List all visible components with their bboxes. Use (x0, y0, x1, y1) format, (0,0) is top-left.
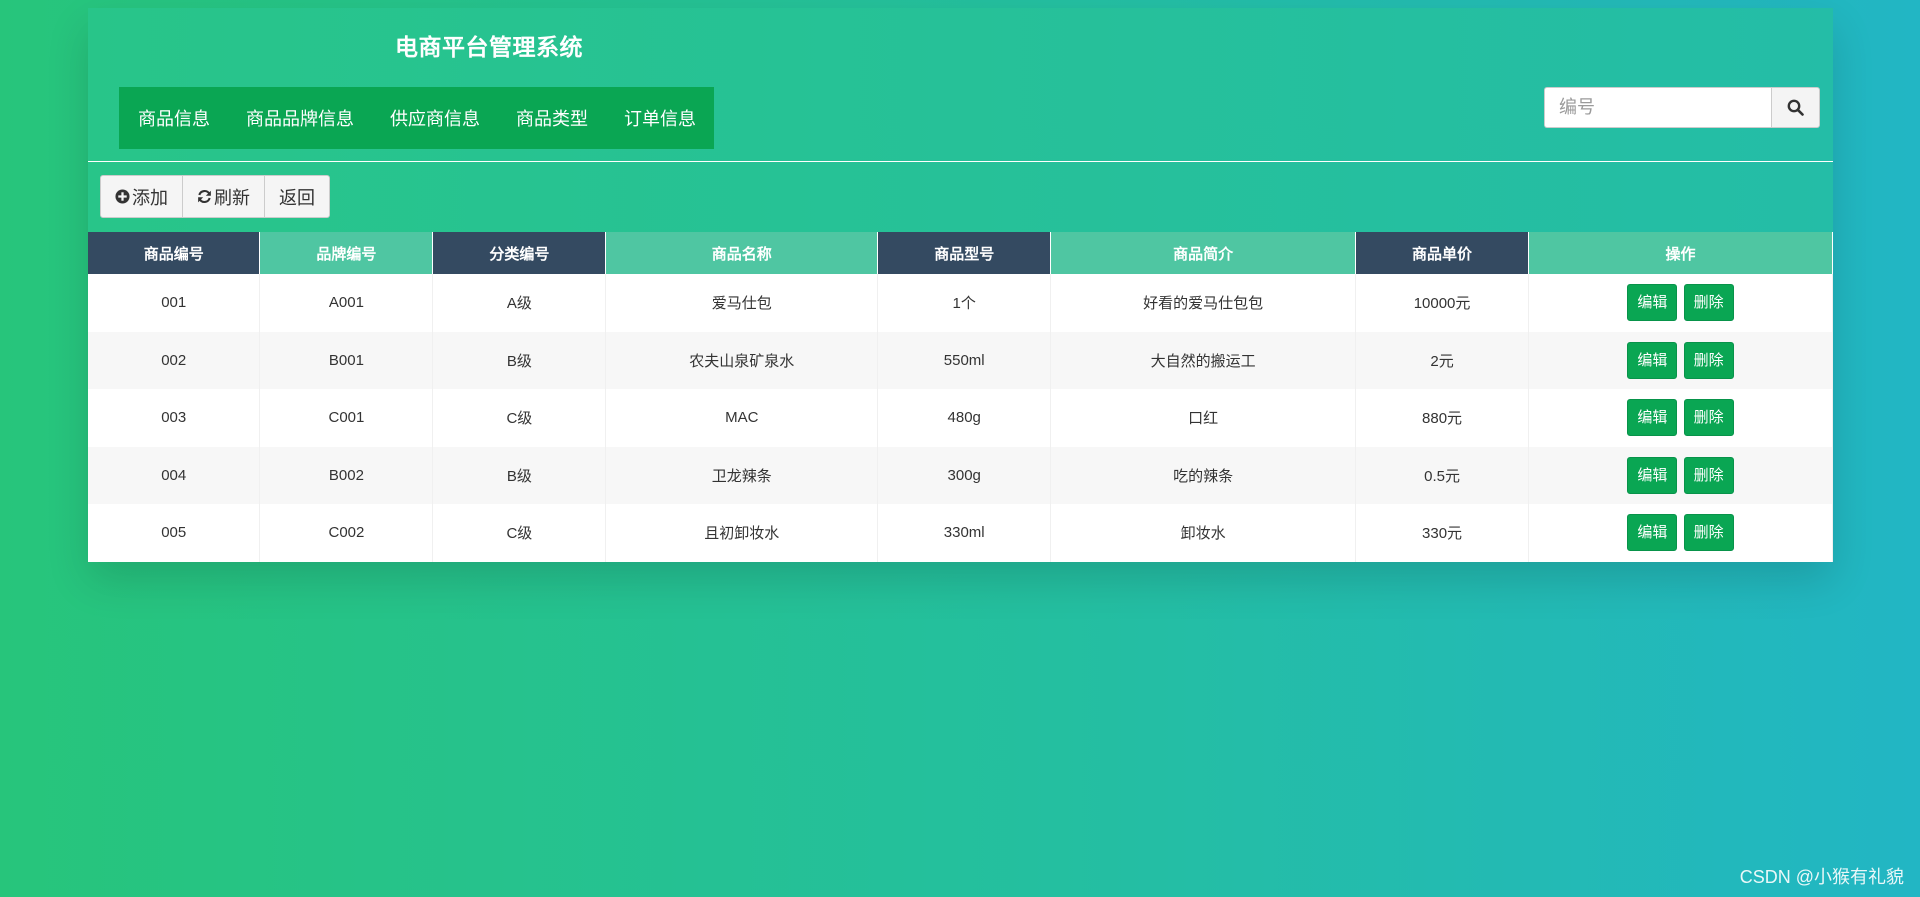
toolbar: 添加 刷新 返回 (100, 175, 330, 218)
cell-category-id: C级 (432, 504, 607, 562)
cell-actions: 编辑 删除 (1528, 446, 1833, 504)
header-divider (88, 161, 1833, 162)
cell-product-model: 550ml (877, 331, 1052, 389)
delete-button[interactable]: 删除 (1683, 514, 1734, 552)
table-row: 001 A001 A级 爱马仕包 1个 好看的爱马仕包包 10000元 编辑 删… (88, 274, 1833, 332)
nav-item-product-info[interactable]: 商品信息 (138, 105, 210, 131)
column-header-product-name: 商品名称 (605, 232, 879, 274)
search-input[interactable] (1544, 87, 1771, 128)
column-header-product-id: 商品编号 (88, 232, 261, 274)
cell-unit-price: 330元 (1355, 504, 1530, 562)
cell-category-id: C级 (432, 389, 607, 447)
cell-unit-price: 0.5元 (1355, 446, 1530, 504)
delete-button[interactable]: 删除 (1683, 341, 1734, 379)
nav-item-supplier-info[interactable]: 供应商信息 (390, 105, 480, 131)
column-header-product-model: 商品型号 (877, 232, 1052, 274)
column-header-unit-price: 商品单价 (1355, 232, 1530, 274)
column-header-actions: 操作 (1528, 232, 1833, 274)
cell-actions: 编辑 删除 (1528, 389, 1833, 447)
top-nav: 商品信息 商品品牌信息 供应商信息 商品类型 订单信息 (119, 87, 714, 149)
cell-product-model: 480g (877, 389, 1052, 447)
table-row: 002 B001 B级 农夫山泉矿泉水 550ml 大自然的搬运工 2元 编辑 … (88, 331, 1833, 389)
refresh-button[interactable]: 刷新 (182, 175, 265, 218)
cell-product-id: 003 (88, 389, 261, 447)
cell-category-id: B级 (432, 446, 607, 504)
back-button-label: 返回 (279, 187, 315, 208)
cell-product-name: 爱马仕包 (605, 274, 879, 332)
cell-brand-id: C002 (259, 504, 434, 562)
search-icon (1787, 99, 1804, 116)
cell-actions: 编辑 删除 (1528, 504, 1833, 562)
nav-item-brand-info[interactable]: 商品品牌信息 (246, 105, 354, 131)
cell-unit-price: 2元 (1355, 331, 1530, 389)
main-panel: 电商平台管理系统 商品信息 商品品牌信息 供应商信息 商品类型 订单信息 添加 (88, 8, 1833, 562)
edit-button[interactable]: 编辑 (1627, 514, 1678, 552)
cell-product-id: 004 (88, 446, 261, 504)
cell-product-model: 1个 (877, 274, 1052, 332)
cell-product-name: 卫龙辣条 (605, 446, 879, 504)
app-title: 电商平台管理系统 (395, 34, 583, 60)
add-button-label: 添加 (132, 187, 168, 208)
plus-circle-icon (115, 189, 130, 204)
cell-brand-id: B002 (259, 446, 434, 504)
cell-brand-id: C001 (259, 389, 434, 447)
delete-button[interactable]: 删除 (1683, 456, 1734, 494)
cell-product-name: 农夫山泉矿泉水 (605, 331, 879, 389)
cell-product-model: 330ml (877, 504, 1052, 562)
table-row: 004 B002 B级 卫龙辣条 300g 吃的辣条 0.5元 编辑 删除 (88, 446, 1833, 504)
product-table: 商品编号 品牌编号 分类编号 商品名称 商品型号 商品简介 商品单价 操作 00… (88, 232, 1833, 562)
cell-category-id: A级 (432, 274, 607, 332)
cell-product-model: 300g (877, 446, 1052, 504)
add-button[interactable]: 添加 (100, 175, 183, 218)
cell-product-name: MAC (605, 389, 879, 447)
column-header-category-id: 分类编号 (432, 232, 607, 274)
table-row: 005 C002 C级 且初卸妆水 330ml 卸妆水 330元 编辑 删除 (88, 504, 1833, 562)
nav-item-product-type[interactable]: 商品类型 (516, 105, 588, 131)
delete-button[interactable]: 删除 (1683, 284, 1734, 322)
cell-product-intro: 大自然的搬运工 (1050, 331, 1357, 389)
edit-button[interactable]: 编辑 (1627, 341, 1678, 379)
watermark: CSDN @小猴有礼貌 (1739, 867, 1904, 887)
cell-product-name: 且初卸妆水 (605, 504, 879, 562)
edit-button[interactable]: 编辑 (1627, 456, 1678, 494)
cell-category-id: B级 (432, 331, 607, 389)
cell-actions: 编辑 删除 (1528, 331, 1833, 389)
column-header-product-intro: 商品简介 (1050, 232, 1357, 274)
cell-brand-id: B001 (259, 331, 434, 389)
cell-product-id: 001 (88, 274, 261, 332)
refresh-button-label: 刷新 (214, 187, 250, 208)
refresh-icon (198, 189, 211, 204)
back-button[interactable]: 返回 (264, 175, 330, 218)
search-button[interactable] (1771, 87, 1820, 128)
cell-actions: 编辑 删除 (1528, 274, 1833, 332)
column-header-brand-id: 品牌编号 (259, 232, 434, 274)
delete-button[interactable]: 删除 (1683, 399, 1734, 437)
edit-button[interactable]: 编辑 (1627, 284, 1678, 322)
nav-item-order-info[interactable]: 订单信息 (624, 105, 696, 131)
cell-product-intro: 卸妆水 (1050, 504, 1357, 562)
cell-brand-id: A001 (259, 274, 434, 332)
cell-product-intro: 口红 (1050, 389, 1357, 447)
search-box (1544, 87, 1820, 128)
edit-button[interactable]: 编辑 (1627, 399, 1678, 437)
table-header-row: 商品编号 品牌编号 分类编号 商品名称 商品型号 商品简介 商品单价 操作 (88, 232, 1833, 274)
cell-unit-price: 880元 (1355, 389, 1530, 447)
cell-unit-price: 10000元 (1355, 274, 1530, 332)
cell-product-intro: 好看的爱马仕包包 (1050, 274, 1357, 332)
cell-product-id: 005 (88, 504, 261, 562)
cell-product-id: 002 (88, 331, 261, 389)
table-row: 003 C001 C级 MAC 480g 口红 880元 编辑 删除 (88, 389, 1833, 447)
cell-product-intro: 吃的辣条 (1050, 446, 1357, 504)
